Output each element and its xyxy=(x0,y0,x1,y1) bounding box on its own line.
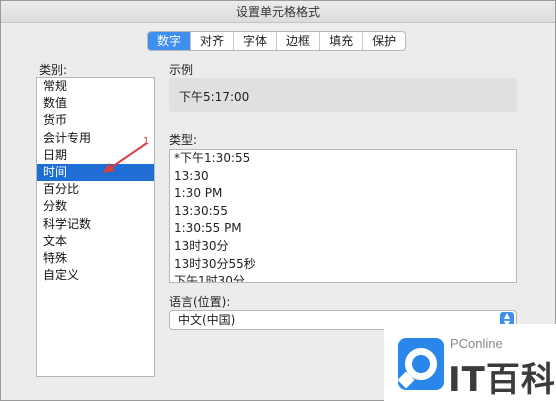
watermark-title: IT百科 xyxy=(448,360,556,400)
tab-alignment[interactable]: 对齐 xyxy=(191,32,235,50)
tab-bar: 数字 对齐 字体 边框 填充 保护 xyxy=(147,31,407,51)
type-item[interactable]: 下午1时30分 xyxy=(170,273,516,282)
type-label: 类型: xyxy=(169,133,198,147)
format-cells-dialog: 设置单元格格式 数字 对齐 字体 边框 填充 保护 类别: 常规 数值 货币 会… xyxy=(0,0,556,401)
dialog-title: 设置单元格格式 xyxy=(1,1,555,23)
tab-fill[interactable]: 填充 xyxy=(320,32,364,50)
category-item-number[interactable]: 数值 xyxy=(37,95,154,112)
category-list[interactable]: 常规 数值 货币 会计专用 日期 时间 百分比 分数 科学记数 文本 特殊 自定… xyxy=(36,77,155,377)
category-label: 类别: xyxy=(39,63,68,77)
category-item-general[interactable]: 常规 xyxy=(37,78,154,95)
category-item-special[interactable]: 特殊 xyxy=(37,250,154,267)
sample-label: 示例 xyxy=(169,63,194,77)
tab-number[interactable]: 数字 xyxy=(148,32,192,50)
tab-border[interactable]: 边框 xyxy=(277,32,321,50)
type-item[interactable]: 13时30分 xyxy=(170,238,516,256)
type-item[interactable]: 1:30 PM xyxy=(170,185,516,203)
pconline-logo-icon xyxy=(397,338,444,390)
type-item[interactable]: 13时30分55秒 xyxy=(170,256,516,274)
watermark-logo: PConline IT百科 xyxy=(384,324,556,401)
category-item-percentage[interactable]: 百分比 xyxy=(37,181,154,198)
watermark-brand: PConline xyxy=(450,336,503,351)
tab-font[interactable]: 字体 xyxy=(234,32,278,50)
language-label: 语言(位置): xyxy=(169,295,231,309)
type-item[interactable]: *下午1:30:55 xyxy=(170,150,516,168)
category-item-custom[interactable]: 自定义 xyxy=(37,267,154,284)
type-item[interactable]: 1:30:55 PM xyxy=(170,220,516,238)
type-list[interactable]: *下午1:30:55 13:30 1:30 PM 13:30:55 1:30:5… xyxy=(169,149,517,283)
category-item-currency[interactable]: 货币 xyxy=(37,112,154,129)
sample-value: 下午5:17:00 xyxy=(169,78,517,112)
category-item-scientific[interactable]: 科学记数 xyxy=(37,216,154,233)
category-item-text[interactable]: 文本 xyxy=(37,233,154,250)
type-item[interactable]: 13:30 xyxy=(170,168,516,186)
language-value: 中文(中国) xyxy=(178,313,236,327)
annotation-arrow-icon xyxy=(103,142,148,173)
tab-protection[interactable]: 保护 xyxy=(363,32,405,50)
category-item-fraction[interactable]: 分数 xyxy=(37,198,154,215)
type-item[interactable]: 13:30:55 xyxy=(170,203,516,221)
